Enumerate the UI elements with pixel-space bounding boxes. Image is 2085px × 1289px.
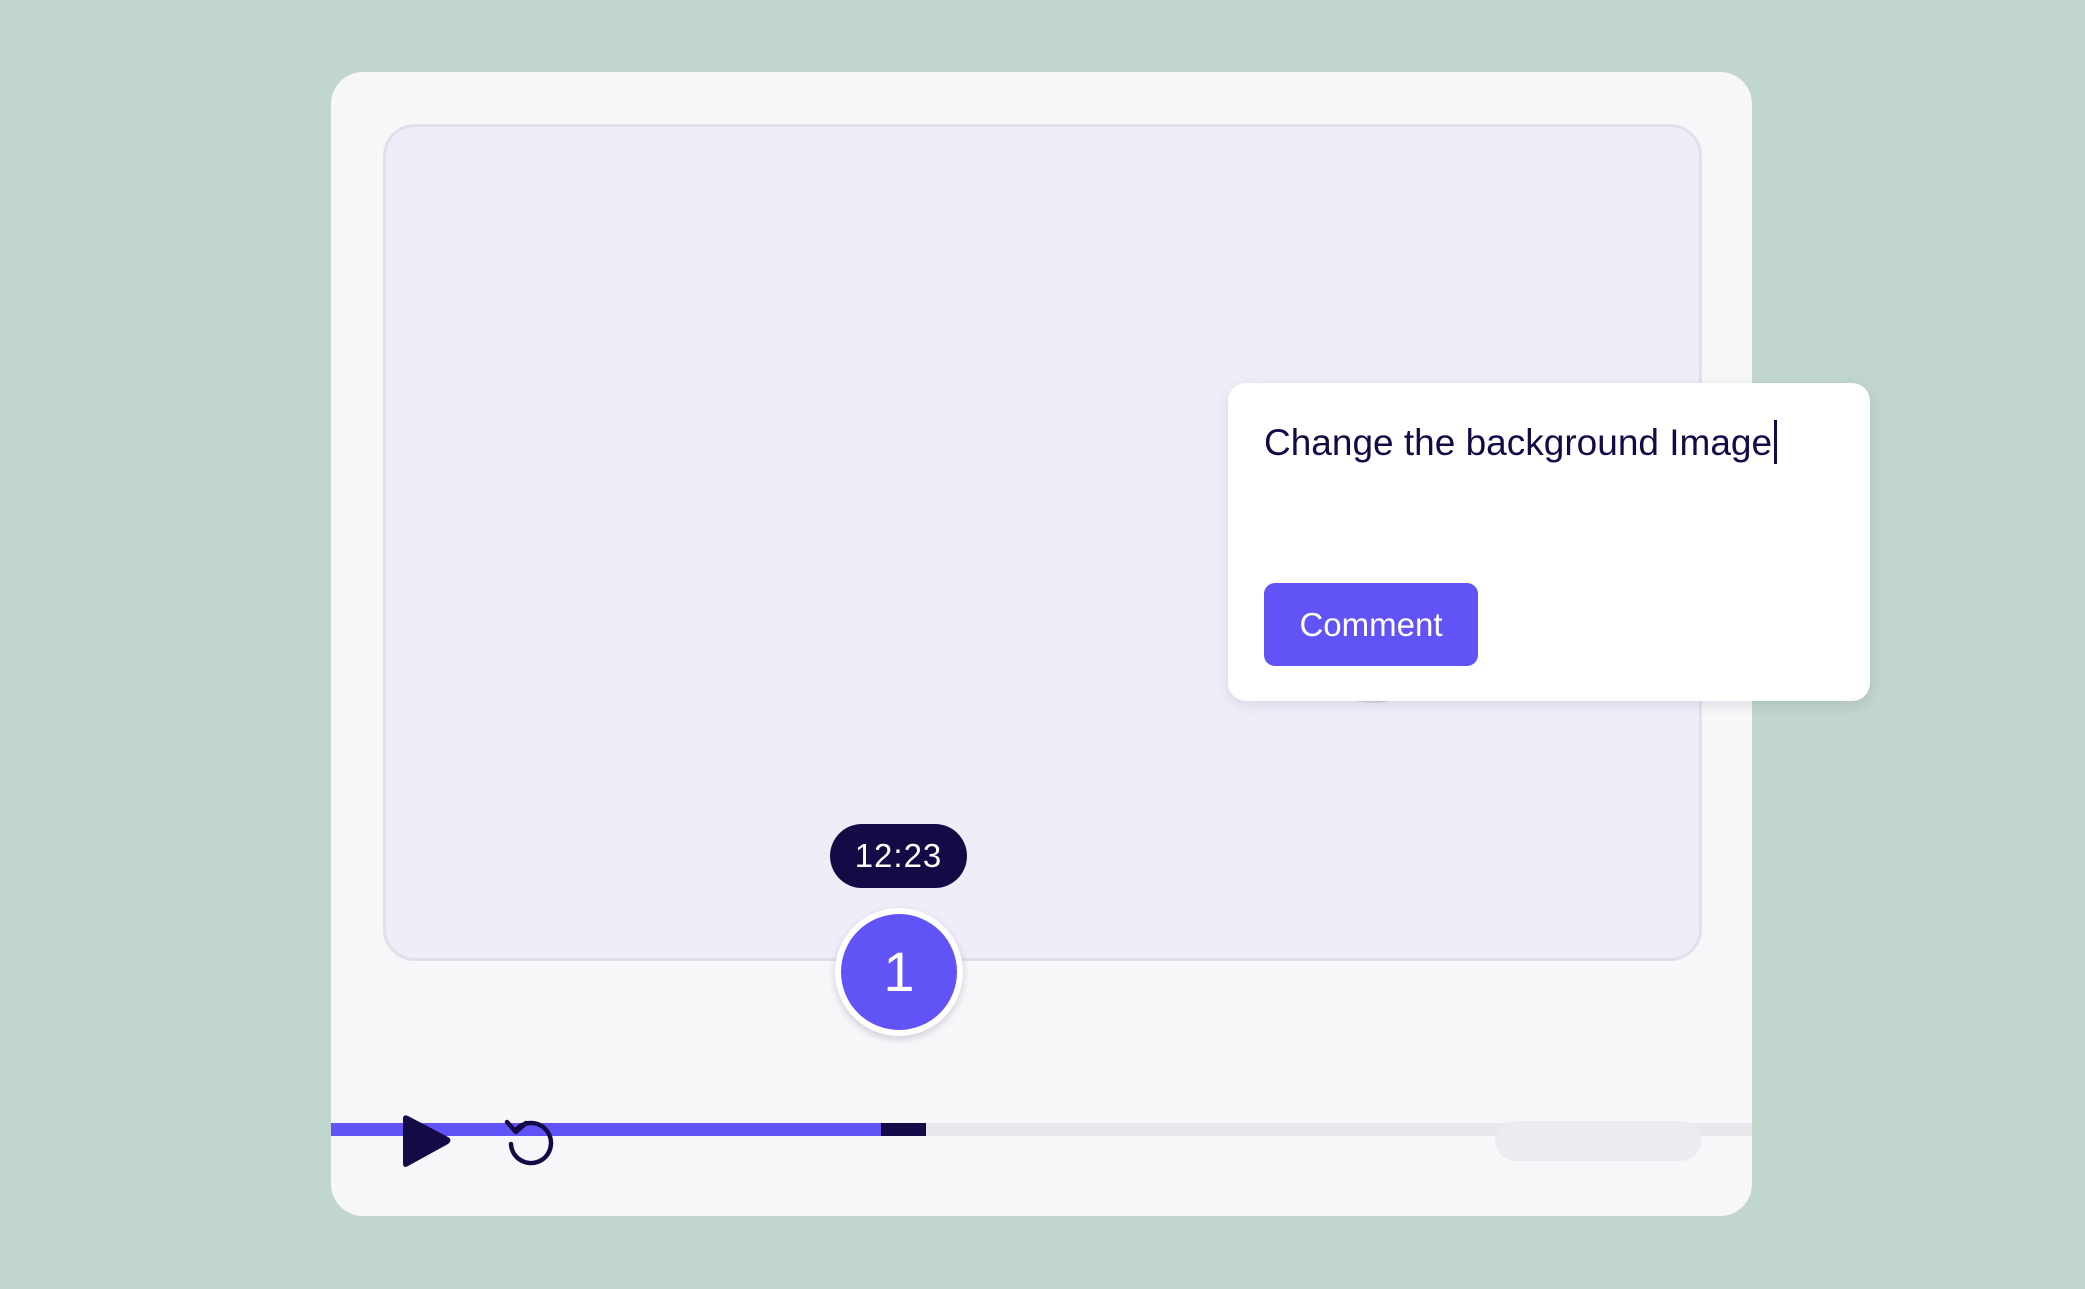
- comment-input[interactable]: Change the background Image: [1264, 413, 1834, 533]
- progress-handle[interactable]: [881, 1123, 926, 1136]
- marker-timestamp: 12:23: [830, 824, 967, 888]
- comment-popup: Change the background Image Comment: [1228, 383, 1870, 701]
- comment-marker[interactable]: 1: [835, 908, 963, 1036]
- comment-input-value: Change the background Image: [1264, 422, 1773, 463]
- replay-icon: [504, 1119, 554, 1166]
- text-caret: [1774, 420, 1778, 464]
- play-icon: [403, 1115, 451, 1167]
- replay-button[interactable]: [501, 1111, 561, 1171]
- play-button[interactable]: [397, 1113, 455, 1171]
- time-display-placeholder: [1495, 1121, 1701, 1161]
- comment-button[interactable]: Comment: [1264, 583, 1478, 666]
